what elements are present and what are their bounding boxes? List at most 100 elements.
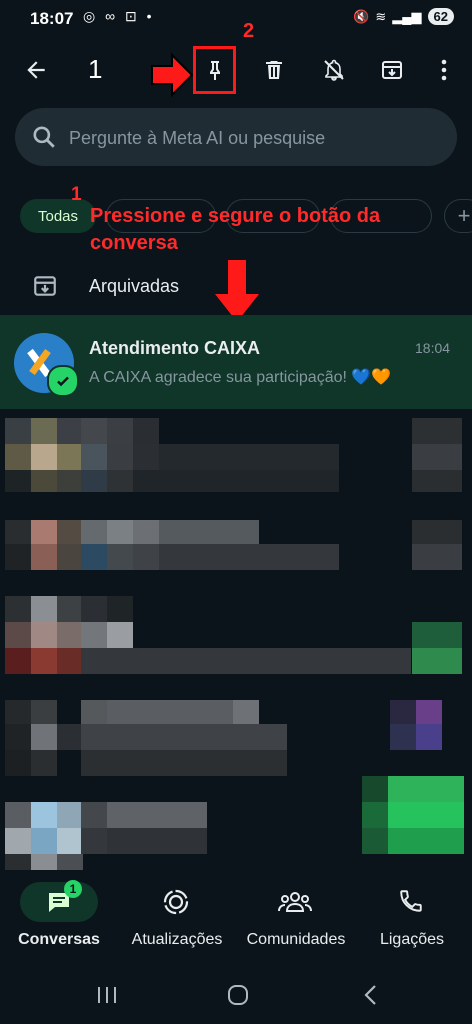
pixelated-block [107, 596, 133, 622]
pixelated-block [107, 444, 133, 470]
recent-apps-icon[interactable] [96, 985, 118, 1005]
chats-badge: 1 [64, 880, 82, 898]
filter-chip-all-label: Todas [37, 207, 79, 225]
pixelated-block [81, 700, 107, 724]
pixelated-block [31, 470, 57, 492]
pixelated-block [233, 700, 259, 724]
pixelated-block [412, 622, 462, 648]
chat-name: Atendimento CAIXA [89, 338, 260, 358]
pixelated-block [416, 700, 442, 724]
pixelated-block [57, 622, 83, 648]
pixelated-block [159, 444, 339, 470]
more-options-button[interactable] [430, 52, 458, 88]
delete-button[interactable] [258, 52, 290, 88]
pixelated-block [5, 724, 31, 750]
archived-row[interactable]: Arquivadas [89, 276, 179, 297]
system-back-icon[interactable] [362, 983, 378, 1007]
pixelated-block [81, 444, 107, 470]
pixelated-block [31, 750, 57, 776]
annotation-step1-line2: conversa [90, 232, 178, 254]
selected-count: 1 [88, 54, 103, 84]
pixelated-block [57, 470, 83, 492]
pixelated-block [81, 470, 107, 492]
pixelated-block [107, 622, 133, 648]
nav-updates-label[interactable]: Atualizações [122, 931, 232, 949]
pixelated-block [5, 596, 31, 622]
pixelated-block [362, 828, 388, 854]
pixelated-block [31, 724, 57, 750]
pixelated-block [107, 418, 133, 444]
search-input[interactable]: Pergunte à Meta AI ou pesquise [69, 128, 325, 149]
pixelated-block [57, 544, 83, 570]
pixelated-block [57, 418, 83, 444]
nav-chats-label[interactable]: Conversas [10, 931, 108, 949]
filter-chip-all[interactable]: Todas [20, 199, 96, 233]
call-icon[interactable] [398, 888, 424, 914]
annotation-arrow-right [151, 52, 194, 98]
home-icon[interactable] [226, 983, 250, 1007]
mute-icon [324, 59, 344, 81]
pixelated-block [57, 724, 83, 750]
pixelated-block [388, 802, 464, 828]
pixelated-block [31, 520, 57, 544]
pixelated-block [5, 418, 31, 444]
pixelated-block [388, 776, 464, 802]
pixelated-block [57, 648, 83, 674]
pixelated-block [5, 544, 31, 570]
pixelated-block [57, 828, 83, 854]
pixelated-block [5, 828, 31, 854]
more-icon [441, 59, 447, 81]
pixelated-block [31, 544, 57, 570]
mute-button[interactable] [318, 52, 350, 88]
pixelated-block [57, 444, 83, 470]
updates-icon[interactable] [162, 888, 190, 916]
pixelated-block [416, 724, 442, 750]
nav-chats-pill[interactable]: 1 [20, 880, 98, 922]
pixelated-block [107, 544, 133, 570]
selected-check-icon [47, 365, 79, 397]
pin-button[interactable] [193, 46, 236, 94]
pixelated-block [5, 444, 31, 470]
archive-button[interactable] [376, 52, 408, 88]
pixelated-block [107, 828, 207, 854]
battery-icon: 62 [427, 8, 454, 25]
pixelated-block [81, 520, 107, 544]
signal-icon: ▂▄▆ [392, 8, 422, 24]
pixelated-block [57, 802, 83, 828]
pixelated-block [31, 418, 57, 444]
annotation-step1-number: 1 [71, 184, 82, 205]
pixelated-block [31, 648, 57, 674]
status-right: 🔇 ≋ ▂▄▆ 62 [353, 8, 454, 25]
chat-time: 18:04 [415, 340, 451, 356]
pixelated-block [81, 622, 107, 648]
pixelated-block [5, 700, 31, 724]
pixelated-block [412, 520, 462, 544]
pixelated-block [57, 596, 83, 622]
nav-communities-label[interactable]: Comunidades [240, 931, 352, 949]
pixelated-block [362, 802, 388, 828]
search-icon [33, 126, 55, 148]
pixelated-block [5, 802, 31, 828]
pixelated-block [107, 802, 207, 828]
wifi-icon: ≋ [375, 8, 387, 24]
pixelated-block [5, 520, 31, 544]
pixelated-block [31, 700, 57, 724]
archive-icon [382, 61, 402, 79]
archive-box-icon [34, 276, 56, 296]
communities-icon[interactable] [277, 888, 313, 916]
annotation-step1-line1: Pressione e segure o botão da [90, 205, 381, 227]
pixelated-block [133, 444, 159, 470]
pixelated-block [5, 470, 31, 492]
pixelated-block [81, 724, 287, 750]
back-arrow-icon[interactable] [18, 52, 54, 88]
pixelated-block [5, 648, 31, 674]
pixelated-block [5, 750, 31, 776]
pixelated-block [81, 750, 287, 776]
pixelated-block [81, 828, 107, 854]
notification-icons: ◎ ∞ ⊡ • [83, 8, 155, 24]
chat-last-message: A CAIXA agradece sua participação! 💙🧡 [89, 369, 392, 386]
pixelated-block [31, 828, 57, 854]
pixelated-block [390, 724, 416, 750]
nav-calls-label[interactable]: Ligações [362, 931, 462, 949]
add-filter-button[interactable]: + [444, 199, 472, 233]
